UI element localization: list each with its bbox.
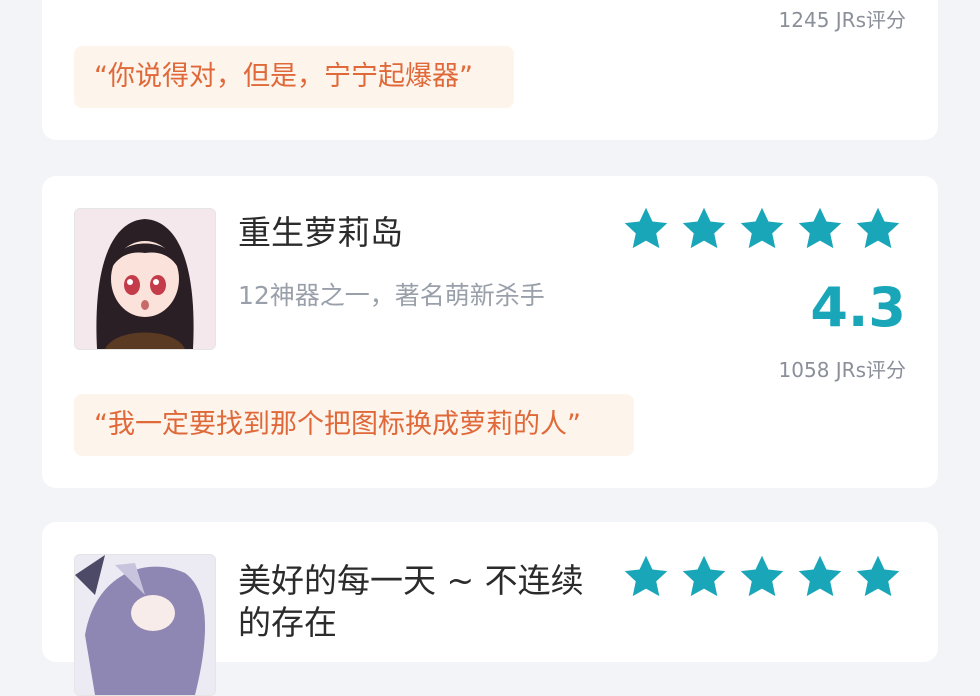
star-icon bbox=[736, 204, 788, 254]
rating-count: 1245 JRs评分 bbox=[778, 8, 906, 32]
game-card[interactable]: 重生萝莉岛 12神器之一，著名萌新杀手 4.3 1058 JRs评分 “我一定要… bbox=[42, 176, 938, 488]
anime-girl-avatar-icon bbox=[75, 209, 215, 349]
star-icon bbox=[794, 204, 846, 254]
anime-girl-avatar-icon bbox=[75, 555, 215, 695]
quote-banner: “我一定要找到那个把图标换成萝莉的人” bbox=[74, 394, 634, 456]
game-avatar[interactable] bbox=[74, 208, 216, 350]
game-title-line1[interactable]: 美好的每一天 ~ 不连续 bbox=[238, 554, 584, 602]
star-icon bbox=[620, 204, 672, 254]
game-card[interactable]: 1245 JRs评分 “你说得对，但是，宁宁起爆器” bbox=[42, 0, 938, 140]
star-icon bbox=[620, 552, 672, 602]
star-icon bbox=[678, 204, 730, 254]
star-icon bbox=[852, 204, 904, 254]
star-icon bbox=[736, 552, 788, 602]
quote-banner: “你说得对，但是，宁宁起爆器” bbox=[74, 46, 514, 108]
game-title-line2[interactable]: 的存在 bbox=[238, 596, 337, 644]
game-subtitle: 12神器之一，著名萌新杀手 bbox=[238, 281, 545, 310]
game-title[interactable]: 重生萝莉岛 bbox=[238, 206, 403, 254]
star-rating bbox=[620, 204, 910, 254]
rating-count: 1058 JRs评分 bbox=[778, 358, 906, 382]
star-icon bbox=[678, 552, 730, 602]
rating-score: 4.3 bbox=[810, 276, 906, 339]
game-card[interactable]: 美好的每一天 ~ 不连续 的存在 bbox=[42, 522, 938, 696]
star-rating bbox=[620, 552, 910, 602]
game-avatar[interactable] bbox=[74, 554, 216, 696]
star-icon bbox=[794, 552, 846, 602]
star-icon bbox=[852, 552, 904, 602]
